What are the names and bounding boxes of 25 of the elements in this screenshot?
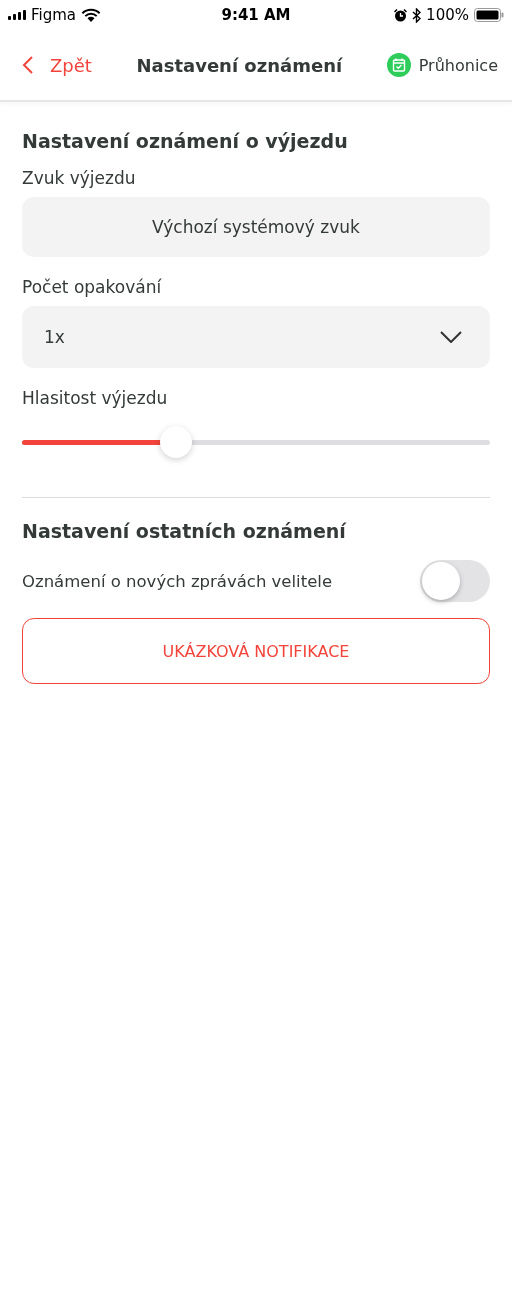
signal-icon bbox=[8, 10, 26, 20]
sample-notification-button[interactable]: UKÁZKOVÁ NOTIFIKACE bbox=[22, 618, 490, 684]
wifi-icon bbox=[81, 8, 102, 22]
carrier-name: Figma bbox=[31, 6, 77, 24]
battery-percent: 100% bbox=[426, 6, 469, 24]
calendar-check-icon bbox=[386, 53, 411, 77]
toggle-switch[interactable] bbox=[420, 560, 490, 602]
chevron-down-icon bbox=[440, 331, 462, 343]
back-button[interactable]: Zpět bbox=[22, 54, 92, 76]
field-label: Hlasitost výjezdu bbox=[22, 388, 169, 408]
page-title: Nastavení oznámení bbox=[136, 54, 343, 76]
repeat-dropdown[interactable]: 1x bbox=[22, 306, 490, 368]
field-label: Počet opakování bbox=[22, 277, 163, 297]
bluetooth-icon bbox=[412, 7, 422, 23]
status-time: 9:41 AM bbox=[221, 6, 291, 24]
location-name: Průhonice bbox=[418, 55, 498, 75]
alarm-icon bbox=[394, 8, 408, 22]
toggle-label: Oznámení o nových zprávách velitele bbox=[22, 571, 333, 591]
battery-icon bbox=[474, 8, 504, 22]
section-heading: Nastavení ostatních oznámení bbox=[22, 520, 348, 542]
chevron-left-icon bbox=[22, 55, 34, 75]
sound-picker[interactable]: Výchozí systémový zvuk bbox=[22, 197, 490, 257]
section-heading: Nastavení oznámení o výjezdu bbox=[22, 130, 349, 152]
field-label: Zvuk výjezdu bbox=[22, 168, 137, 188]
slider-thumb[interactable] bbox=[160, 425, 193, 458]
